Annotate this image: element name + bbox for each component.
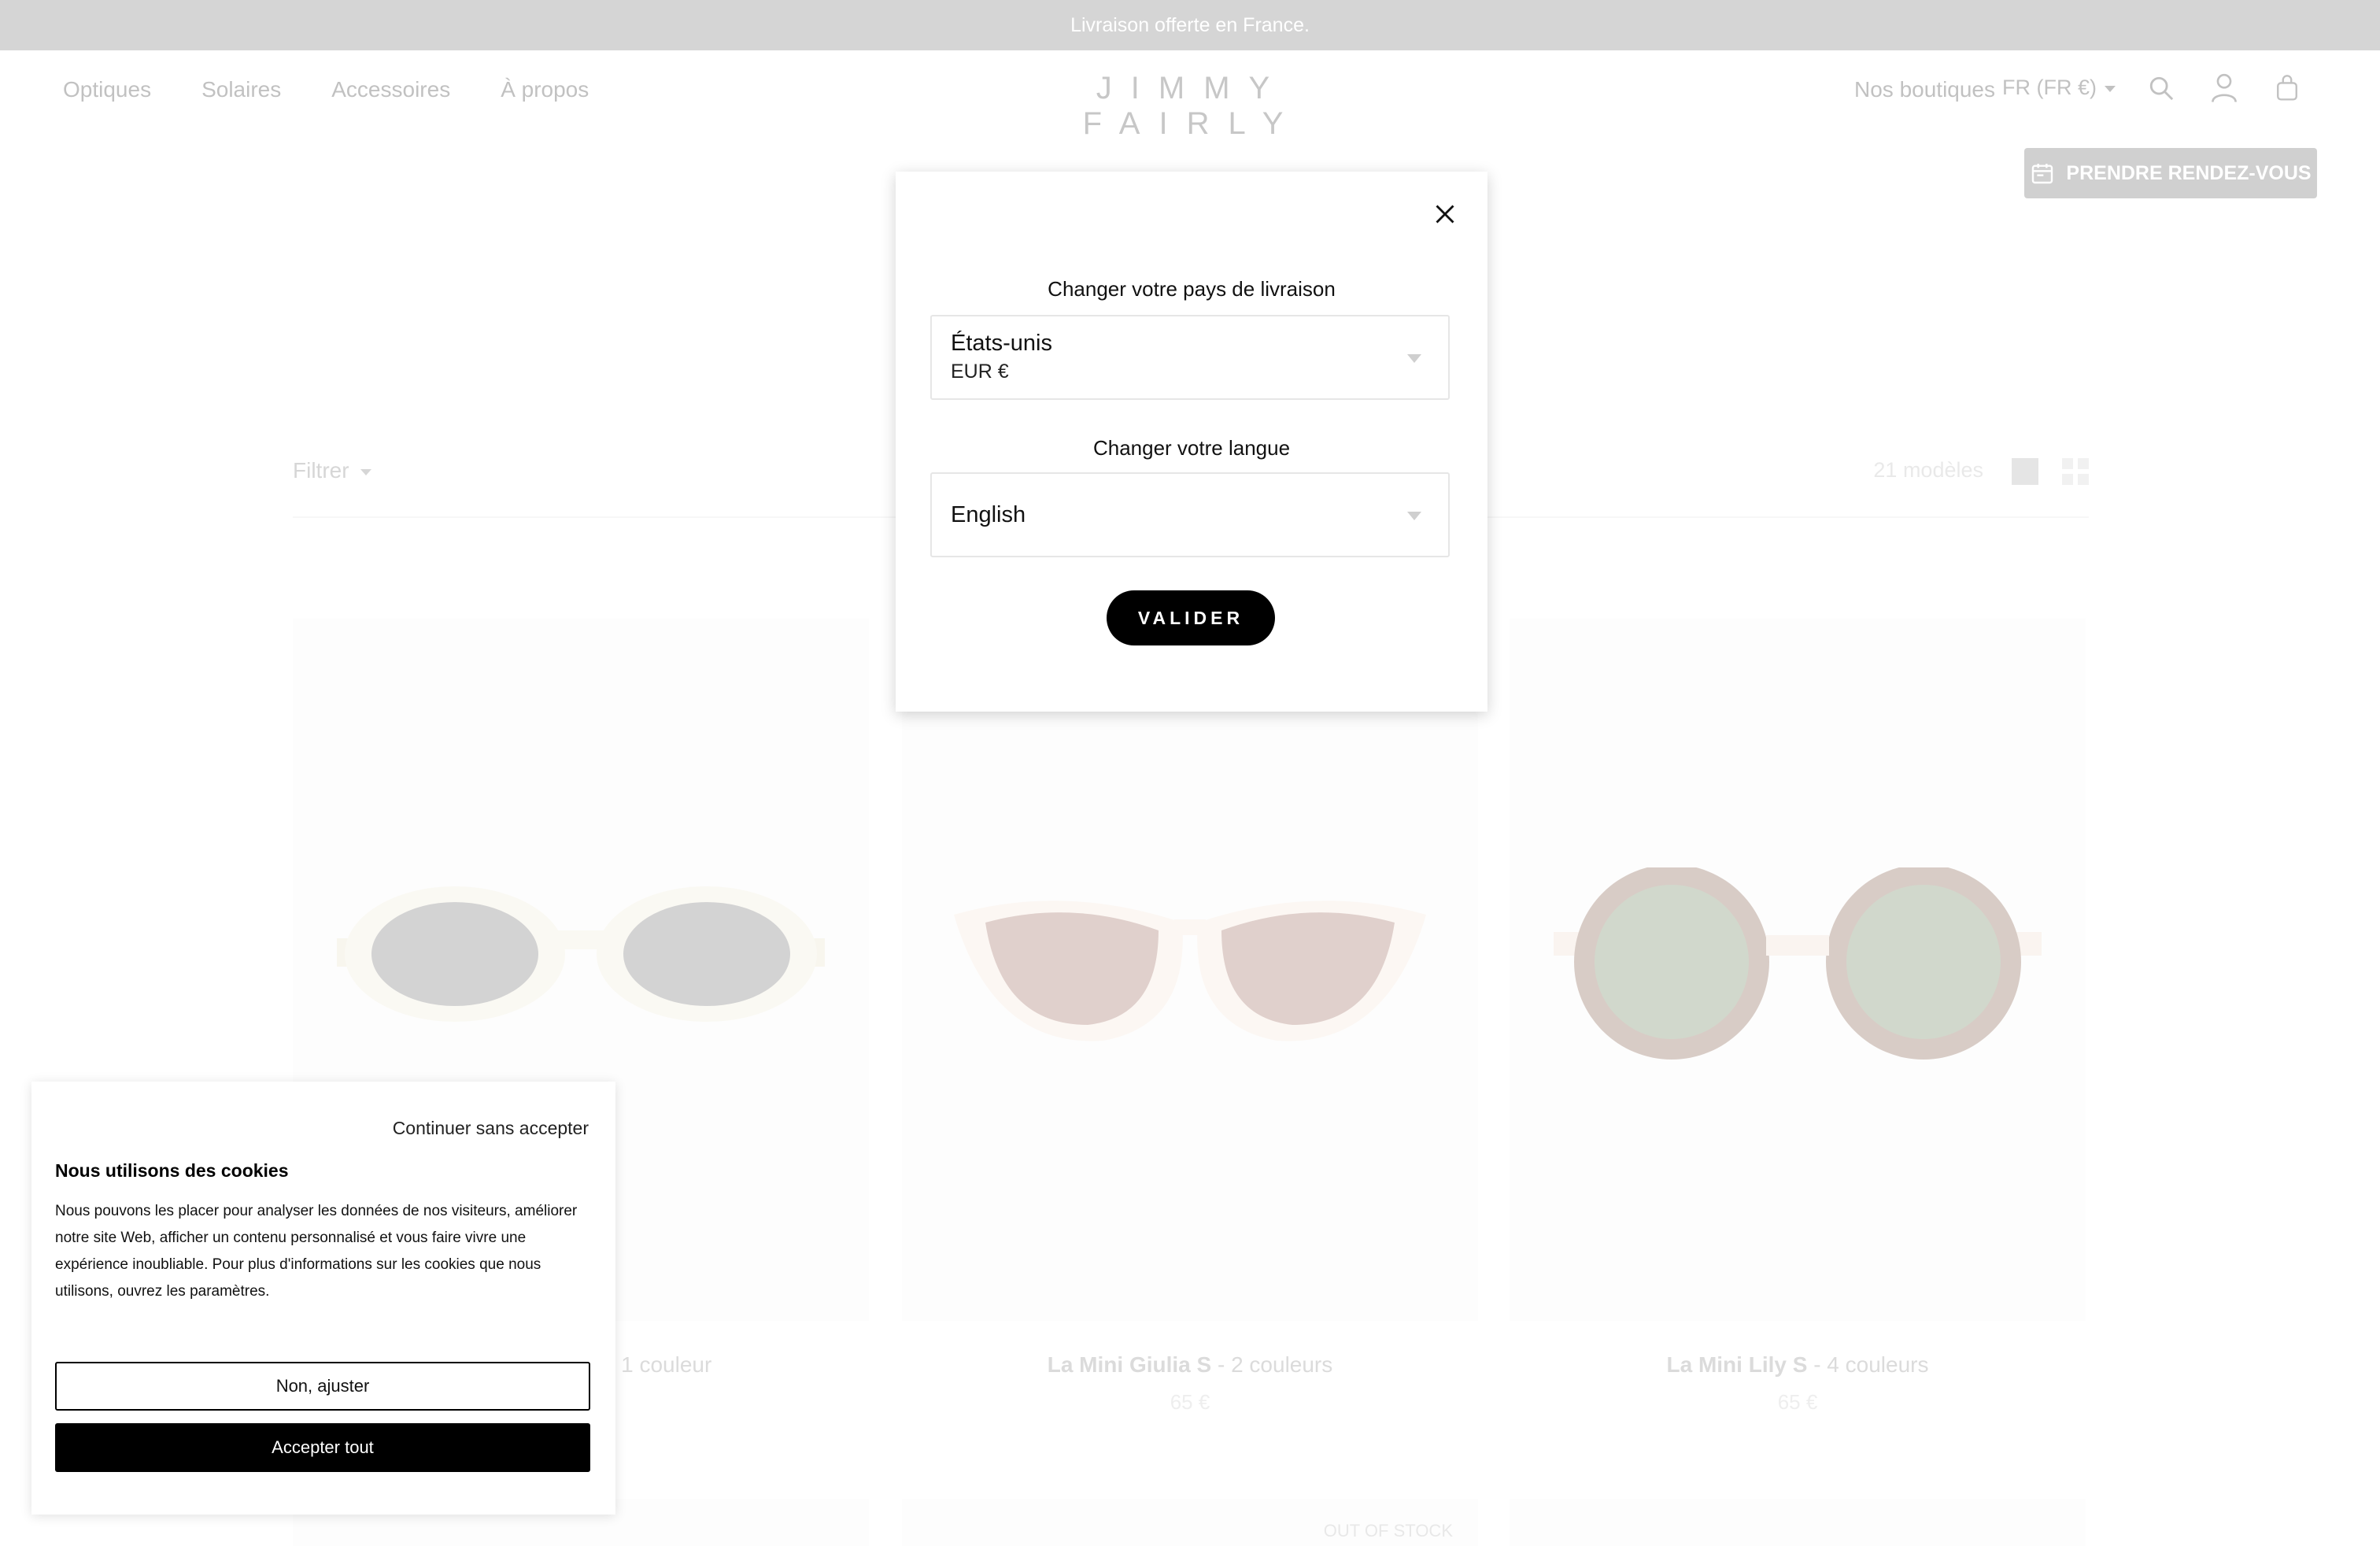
chevron-down-icon xyxy=(1407,512,1421,520)
continue-without-accepting-link[interactable]: Continuer sans accepter xyxy=(393,1118,589,1139)
language-select[interactable]: English xyxy=(930,472,1450,557)
language-label: Changer votre langue xyxy=(1092,436,1291,460)
language-value: English xyxy=(951,502,1026,527)
chevron-down-icon xyxy=(1407,354,1421,363)
currency-value: EUR € xyxy=(951,361,1009,383)
country-label: Changer votre pays de livraison xyxy=(1048,277,1336,301)
locale-modal: Changer votre pays de livraison États-un… xyxy=(896,172,1488,712)
adjust-cookies-button[interactable]: Non, ajuster xyxy=(55,1362,590,1411)
close-button[interactable] xyxy=(1429,198,1461,230)
close-icon xyxy=(1436,205,1454,224)
cookie-title: Nous utilisons des cookies xyxy=(55,1160,289,1181)
cookie-banner: Continuer sans accepter Nous utilisons d… xyxy=(31,1082,615,1515)
country-select[interactable]: États-unis EUR € xyxy=(930,315,1450,400)
cookie-description: Nous pouvons les placer pour analyser le… xyxy=(55,1203,578,1300)
submit-button[interactable]: VALIDER xyxy=(1107,590,1275,645)
accept-all-button[interactable]: Accepter tout xyxy=(55,1423,590,1472)
country-value: États-unis xyxy=(951,331,1052,356)
